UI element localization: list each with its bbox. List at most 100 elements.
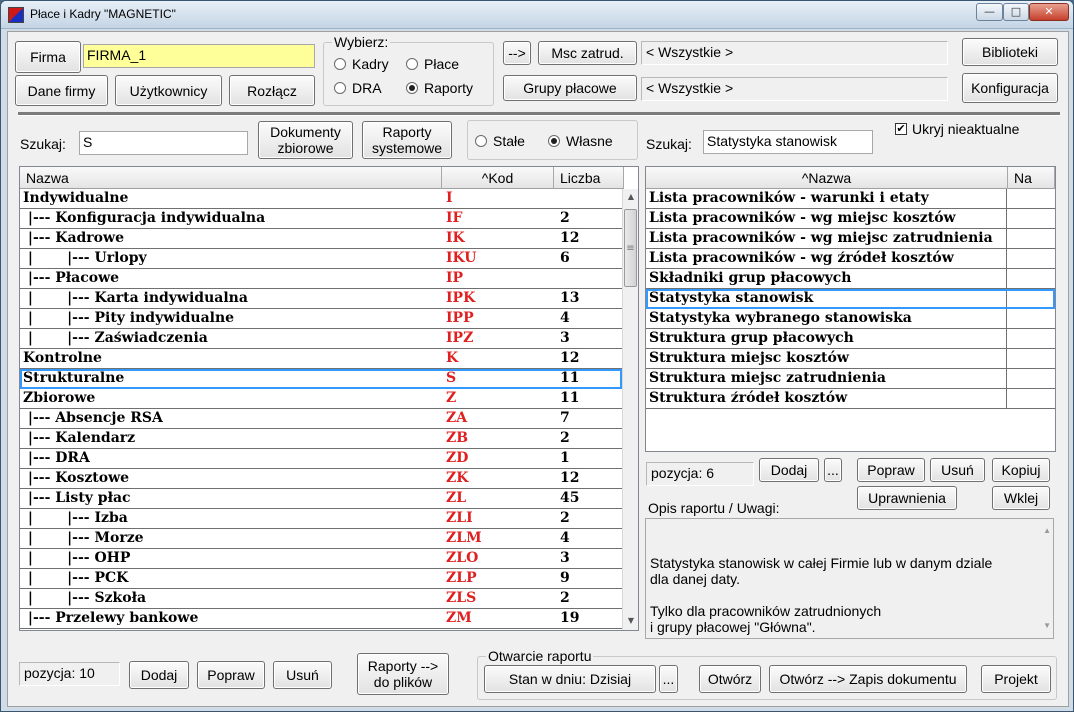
radio-label-raporty: Raporty xyxy=(424,80,474,96)
scroll-down-icon[interactable]: ▼ xyxy=(623,613,638,629)
radio-kadry[interactable]: Kadry xyxy=(334,56,389,72)
table-row[interactable]: | |--- Morze ZLM 4 xyxy=(20,529,622,549)
dokumenty-zbiorowe-button[interactable]: Dokumenty zbiorowe xyxy=(258,121,353,159)
dodaj-left-button[interactable]: Dodaj xyxy=(129,661,189,689)
firma-field[interactable]: FIRMA_1 xyxy=(83,44,315,68)
title-bar[interactable]: Płace i Kadry "MAGNETIC" — □ ✕ xyxy=(1,1,1073,29)
table-row[interactable]: Kontrolne K 12 xyxy=(20,349,622,369)
cell-liczba xyxy=(554,269,622,288)
table-row[interactable]: |--- Kadrowe IK 12 xyxy=(20,229,622,249)
grupy-placowe-button[interactable]: Grupy płacowe xyxy=(503,75,637,101)
biblioteki-button[interactable]: Biblioteki xyxy=(962,38,1058,66)
list-item[interactable]: Struktura miejsc kosztów xyxy=(646,349,1055,369)
table-row[interactable]: |--- Listy płac ZL 45 xyxy=(20,489,622,509)
opis-scroll-down-icon[interactable]: ▼ xyxy=(1043,618,1051,634)
cell-na xyxy=(1006,209,1055,228)
table-row[interactable]: | |--- PCK ZLP 9 xyxy=(20,569,622,589)
list-item[interactable]: Lista pracowników - wg miejsc zatrudnien… xyxy=(646,229,1055,249)
header-kod[interactable]: ^Kod xyxy=(442,167,554,189)
popraw-left-button[interactable]: Popraw xyxy=(197,661,265,689)
raporty-do-plikow-button[interactable]: Raporty --> do plików xyxy=(357,653,449,695)
msc-zatrud-button[interactable]: Msc zatrud. xyxy=(538,41,637,65)
arrow-button[interactable]: --> xyxy=(503,41,531,65)
otworz-button[interactable]: Otwórz xyxy=(699,665,761,693)
list-item[interactable]: Statystyka wybranego stanowiska xyxy=(646,309,1055,329)
kopiuj-button[interactable]: Kopiuj xyxy=(992,458,1050,482)
cell-liczba: 2 xyxy=(560,430,570,446)
uzytkownicy-button[interactable]: Użytkownicy xyxy=(115,75,222,106)
cell-nazwa: | |--- OHP xyxy=(23,550,131,566)
client-area: Firma FIRMA_1 Dane firmy Użytkownicy Roz… xyxy=(7,31,1069,707)
usun-right-button[interactable]: Usuń xyxy=(930,458,985,482)
dodaj-right-button[interactable]: Dodaj xyxy=(759,458,819,482)
list-item[interactable]: Składniki grup płacowych xyxy=(646,269,1055,289)
minimize-button[interactable]: — xyxy=(976,3,1003,21)
ukryj-nieaktualne-checkbox[interactable]: ✔ Ukryj nieaktualne xyxy=(895,121,1019,137)
konfiguracja-button[interactable]: Konfiguracja xyxy=(962,73,1058,103)
otworz-zapis-button[interactable]: Otwórz --> Zapis dokumentu xyxy=(769,665,967,693)
table-row[interactable]: |--- Konfiguracja indywidualna IF 2 xyxy=(20,209,622,229)
radio-stale[interactable]: Stałe xyxy=(475,133,525,149)
uprawnienia-button[interactable]: Uprawnienia xyxy=(857,486,957,510)
list-item[interactable]: Lista pracowników - wg źródeł kosztów xyxy=(646,249,1055,269)
projekt-button[interactable]: Projekt xyxy=(981,665,1051,693)
cell-na xyxy=(1006,189,1055,208)
list-item[interactable]: Statystyka stanowisk xyxy=(646,289,1055,309)
table-row[interactable]: Strukturalne S 11 xyxy=(20,369,622,389)
list-item[interactable]: Lista pracowników - warunki i etaty xyxy=(646,189,1055,209)
szukaj-right-input[interactable]: Statystyka stanowisk xyxy=(703,130,873,154)
maximize-button[interactable]: □ xyxy=(1003,3,1029,21)
cell-report-name: Statystyka stanowisk xyxy=(649,290,814,306)
list-item[interactable]: Struktura miejsc zatrudnienia xyxy=(646,369,1055,389)
raporty-systemowe-button[interactable]: Raporty systemowe xyxy=(362,121,452,159)
header-na[interactable]: Na xyxy=(1008,167,1055,189)
table-row[interactable]: |--- Absencje RSA ZA 7 xyxy=(20,409,622,429)
cell-kod: S xyxy=(446,370,457,386)
list-item[interactable]: Struktura źródeł kosztów xyxy=(646,389,1055,409)
header-nazwa[interactable]: Nazwa xyxy=(20,167,442,189)
dots-bottom-button[interactable]: ... xyxy=(659,665,678,693)
radio-raporty[interactable]: Raporty xyxy=(406,80,473,96)
wklej-button[interactable]: Wklej xyxy=(992,486,1050,510)
firma-button[interactable]: Firma xyxy=(15,41,81,73)
table-row[interactable]: |--- Kalendarz ZB 2 xyxy=(20,429,622,449)
table-row[interactable]: | |--- Karta indywidualna IPK 13 xyxy=(20,289,622,309)
table-row[interactable]: |--- Płacowe IP xyxy=(20,269,622,289)
radio-dra[interactable]: DRA xyxy=(334,80,382,96)
table-row[interactable]: Zbiorowe Z 11 xyxy=(20,389,622,409)
table-row[interactable]: | |--- Zaświadczenia IPZ 3 xyxy=(20,329,622,349)
rozlacz-button[interactable]: Rozłącz xyxy=(229,75,315,106)
table-row[interactable]: |--- Kosztowe ZK 12 xyxy=(20,469,622,489)
table-row[interactable]: | |--- Izba ZLI 2 xyxy=(20,509,622,529)
header-nazwa-right[interactable]: ^Nazwa xyxy=(646,167,1008,189)
dots-right-button[interactable]: ... xyxy=(824,458,842,482)
cell-nazwa: Kontrolne xyxy=(23,350,102,366)
table-row[interactable]: Indywidualne I xyxy=(20,189,622,209)
usun-left-button[interactable]: Usuń xyxy=(273,661,332,689)
list-item[interactable]: Lista pracowników - wg miejsc kosztów xyxy=(646,209,1055,229)
list-item[interactable]: Struktura grup płacowych xyxy=(646,329,1055,349)
table-row[interactable]: | |--- Pity indywidualne IPP 4 xyxy=(20,309,622,329)
scroll-up-icon[interactable]: ▲ xyxy=(623,189,638,205)
radio-wlasne[interactable]: Własne xyxy=(548,133,613,149)
scroll-thumb[interactable]: ≡ xyxy=(624,209,637,287)
dane-firmy-button[interactable]: Dane firmy xyxy=(15,75,108,106)
radio-place[interactable]: Płace xyxy=(406,56,459,72)
close-button[interactable]: ✕ xyxy=(1029,3,1069,21)
szukaj-left-input[interactable]: S xyxy=(79,131,248,155)
table-row[interactable]: | |--- Urlopy IKU 6 xyxy=(20,249,622,269)
left-grid-scrollbar[interactable]: ▲ ≡ ▼ xyxy=(622,189,638,630)
cell-report-name: Składniki grup płacowych xyxy=(649,270,852,286)
table-row[interactable]: |--- Przelewy bankowe ZM 19 xyxy=(20,609,622,629)
right-grid-header: ^Nazwa Na xyxy=(646,167,1055,189)
cell-na xyxy=(1006,349,1055,368)
opis-textarea[interactable]: Statystyka stanowisk w całej Firmie lub … xyxy=(645,518,1054,639)
left-grid-header: Nazwa ^Kod Liczba xyxy=(20,167,624,189)
table-row[interactable]: | |--- Szkoła ZLS 2 xyxy=(20,589,622,609)
header-liczba[interactable]: Liczba xyxy=(554,167,624,189)
table-row[interactable]: |--- DRA ZD 1 xyxy=(20,449,622,469)
popraw-right-button[interactable]: Popraw xyxy=(857,458,925,482)
table-row[interactable]: | |--- OHP ZLO 3 xyxy=(20,549,622,569)
opis-scroll-up-icon[interactable]: ▲ xyxy=(1043,523,1051,539)
stan-w-dniu-button[interactable]: Stan w dniu: Dzisiaj xyxy=(484,665,656,693)
